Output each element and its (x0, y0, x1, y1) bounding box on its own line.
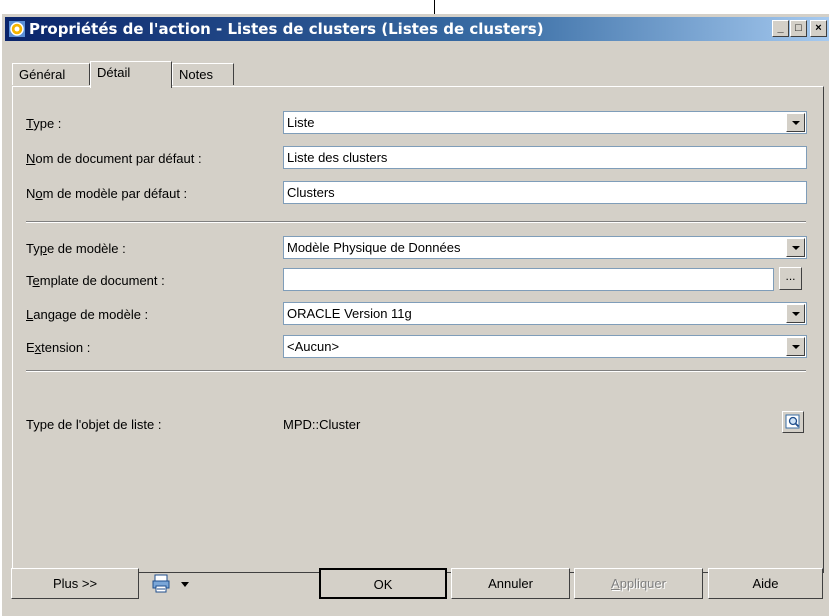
chevron-down-icon[interactable] (786, 304, 805, 323)
extension-select[interactable]: <Aucun> (283, 335, 807, 358)
properties-button[interactable] (782, 411, 804, 433)
list-object-type-label: Type de l'objet de liste : (26, 417, 162, 432)
ok-button[interactable]: OK (319, 568, 447, 599)
chevron-down-icon[interactable] (786, 337, 805, 356)
type-label: Type : (26, 116, 62, 131)
more-label: Plus >> (52, 576, 98, 591)
tab-label: Général (19, 67, 66, 82)
document-name-label: Nom de document par défaut : (26, 151, 202, 166)
title-bar[interactable]: Propriétés de l'action - Listes de clust… (5, 17, 829, 41)
print-menu-button[interactable] (152, 574, 194, 594)
extension-value: <Aucun> (287, 339, 340, 354)
model-type-select[interactable]: Modèle Physique de Données (283, 236, 807, 259)
document-name-value: Liste des clusters (287, 150, 388, 165)
cancel-button[interactable]: Annuler (451, 568, 570, 599)
maximize-button[interactable]: □ (790, 20, 807, 37)
separator (26, 221, 806, 223)
apply-label: Appliquer (611, 576, 666, 591)
window-title: Propriétés de l'action - Listes de clust… (29, 20, 544, 38)
document-template-label: Template de document : (26, 273, 165, 288)
model-type-label: Type de modèle : (26, 241, 126, 256)
ellipsis-icon: ... (785, 269, 796, 283)
properties-dialog: Propriétés de l'action - Listes de clust… (1, 14, 829, 616)
browse-button[interactable]: ... (779, 267, 802, 290)
minimize-icon: _ (777, 22, 784, 34)
document-template-input[interactable] (283, 268, 774, 291)
close-icon: × (815, 22, 822, 34)
more-button[interactable]: Plus >> (11, 568, 139, 599)
cancel-label: Annuler (488, 576, 533, 591)
top-strip (0, 0, 829, 14)
tab-label: Détail (97, 65, 131, 80)
help-label: Aide (752, 576, 779, 591)
tab-detail[interactable]: Détail (90, 61, 172, 88)
maximize-icon: □ (795, 22, 802, 34)
tab-notes[interactable]: Notes (172, 63, 234, 85)
type-value: Liste (287, 115, 315, 130)
extension-label: Extension : (26, 340, 91, 355)
list-object-type-value: MPD::Cluster (283, 417, 361, 432)
action-icon (9, 21, 25, 37)
type-select[interactable]: Liste (283, 111, 807, 134)
ok-label: OK (373, 577, 393, 592)
separator (26, 370, 806, 372)
tab-general[interactable]: Général (12, 63, 90, 85)
help-button[interactable]: Aide (708, 568, 823, 599)
model-name-input[interactable]: Clusters (283, 181, 807, 204)
document-name-input[interactable]: Liste des clusters (283, 146, 807, 169)
model-name-label: Nom de modèle par défaut : (26, 186, 188, 201)
chevron-down-icon[interactable] (786, 238, 805, 257)
close-button[interactable]: × (810, 20, 827, 37)
apply-button[interactable]: Appliquer (574, 568, 703, 599)
print-icon (152, 574, 170, 593)
model-language-value: ORACLE Version 11g (287, 306, 412, 321)
model-name-value: Clusters (287, 185, 335, 200)
model-language-select[interactable]: ORACLE Version 11g (283, 302, 807, 325)
tab-label: Notes (179, 67, 213, 82)
minimize-button[interactable]: _ (772, 20, 789, 37)
magnifier-properties-icon (785, 414, 800, 429)
chevron-down-icon (181, 582, 189, 587)
model-language-label: Langage de modèle : (26, 307, 149, 322)
model-type-value: Modèle Physique de Données (287, 240, 461, 255)
chevron-down-icon[interactable] (786, 113, 805, 132)
